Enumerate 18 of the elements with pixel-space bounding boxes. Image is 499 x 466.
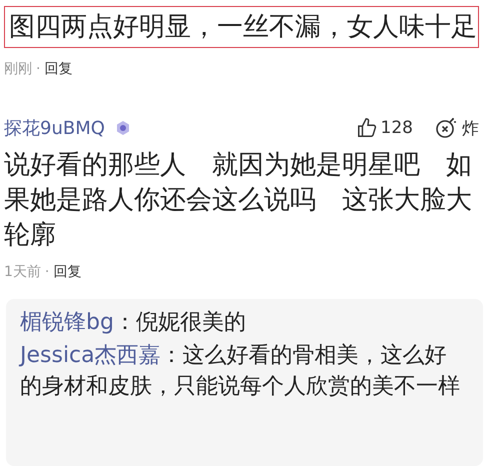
highlighted-comment: 图四两点好明显，一丝不漏，女人味十足 xyxy=(4,6,479,48)
reply-text: Jessica杰西嘉：这么好看的骨相美，这么好的身材和皮肤，只能说每个人欣赏的美不一样 xyxy=(20,342,461,401)
bomb-button[interactable]: 炸 xyxy=(435,116,479,140)
comment-time: 刚刚 xyxy=(4,60,32,78)
bomb-icon xyxy=(435,117,459,139)
reply-link[interactable]: 回复 xyxy=(44,60,72,78)
like-button[interactable]: 128 xyxy=(356,117,413,139)
separator-dot: · xyxy=(44,264,50,280)
reply-text: 楣锐锋bg：倪妮很美的 xyxy=(20,309,247,337)
separator-dot: · xyxy=(36,61,40,77)
level-badge-icon xyxy=(114,120,131,136)
comment-time: 1天前 xyxy=(4,263,41,281)
thumbs-up-icon xyxy=(356,117,378,139)
comment-text: 说好看的那些人 就因为她是明星吧 如果她是路人你还会这么说吗 这张大脸大轮廓 xyxy=(3,149,473,252)
reply-author[interactable]: 楣锐锋bg xyxy=(20,310,114,335)
reply-link[interactable]: 回复 xyxy=(53,263,82,281)
reply-author[interactable]: Jessica杰西嘉 xyxy=(20,343,161,368)
comment-author[interactable]: 探花9uBMQ xyxy=(4,116,105,140)
